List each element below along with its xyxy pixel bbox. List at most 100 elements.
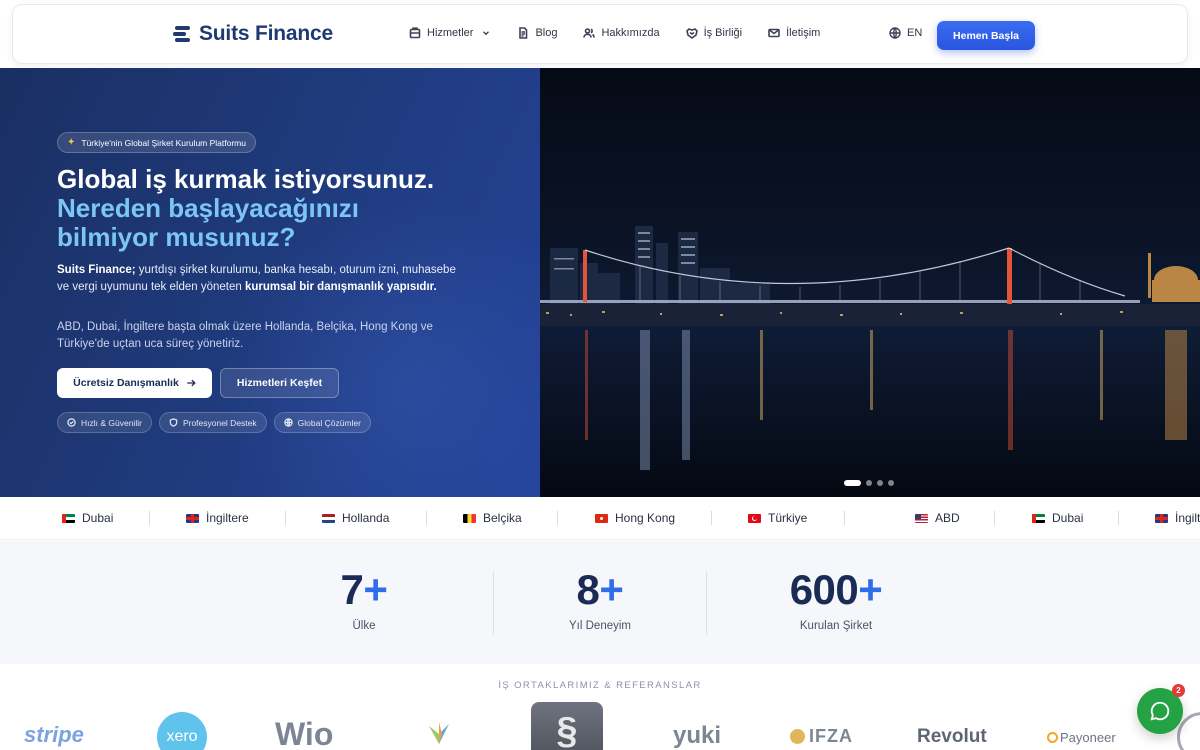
- ifza-emblem-icon: [790, 729, 805, 744]
- hero-tag-text: Türkiye'nin Global Şirket Kurulum Platfo…: [81, 137, 246, 148]
- partner-logo-xero: xero: [157, 712, 207, 750]
- arrow-right-icon: [187, 379, 196, 387]
- country-ingiltere-repeat: İngiltere: [1155, 511, 1200, 525]
- brand-logo[interactable]: Suits Finance: [173, 22, 333, 46]
- pill-support: Profesyonel Destek: [158, 412, 267, 433]
- country-ingiltere: İngiltere: [186, 511, 249, 525]
- main-nav: Hizmetler Blog Hakkımızda İş Birliği İle…: [409, 27, 846, 39]
- hero-title-accent-line1: Nereden başlayacağınızı: [57, 193, 360, 223]
- nav-item-hakkimizda[interactable]: Hakkımızda: [583, 27, 660, 39]
- partners-title: İŞ ORTAKLARIMIZ & REFERANSLAR: [498, 680, 702, 691]
- partner-logo-wio: Wio: [275, 716, 334, 750]
- pill-fast: Hızlı & Güvenilir: [57, 412, 152, 433]
- country-dubai: Dubai: [62, 511, 113, 525]
- country-dubai-repeat: Dubai: [1032, 511, 1083, 525]
- nav-label: Hizmetler: [427, 27, 474, 39]
- globe-icon: [283, 418, 293, 427]
- stat-number: 7+: [304, 565, 424, 615]
- divider: [426, 511, 427, 525]
- slider-dot-2[interactable]: [866, 480, 872, 486]
- uk-flag-icon: [1155, 513, 1168, 523]
- slider-dots: [844, 480, 894, 486]
- shield-icon: [169, 418, 178, 427]
- ifza-label: IFZA: [809, 726, 853, 746]
- hero-countries-text: ABD, Dubai, İngiltere başta olmak üzere …: [57, 321, 433, 350]
- countries-marquee: Dubai İngiltere Hollanda Belçika Hong Ko…: [0, 497, 1200, 540]
- country-label: Türkiye: [768, 511, 808, 525]
- pill-global: Global Çözümler: [273, 412, 371, 433]
- stat-value: 600: [789, 566, 859, 613]
- uae-flag-icon: [62, 513, 75, 523]
- partner-logo-stripe: stripe: [24, 722, 84, 747]
- leaf-logo-icon: [429, 722, 449, 744]
- explore-services-button[interactable]: Hizmetleri Keşfet: [220, 368, 339, 398]
- xero-label: xero: [166, 728, 198, 745]
- chevron-down-icon: [483, 31, 490, 36]
- sparkle-icon: ✦: [67, 137, 76, 148]
- divider: [994, 511, 995, 525]
- turkey-flag-icon: [748, 513, 761, 523]
- country-label: Hollanda: [342, 511, 390, 525]
- building-icon: [409, 27, 421, 39]
- divider: [557, 511, 558, 525]
- stat-label: Yıl Deneyim: [569, 620, 631, 632]
- country-label: İngiltere: [206, 511, 249, 525]
- slider-dot-3[interactable]: [877, 480, 883, 486]
- payoneer-ring-icon: [1047, 732, 1058, 743]
- chat-unread-badge: 2: [1172, 684, 1185, 697]
- feature-pills: Hızlı & Güvenilir Profesyonel Destek Glo…: [57, 412, 371, 433]
- pill-label: Global Çözümler: [297, 417, 361, 428]
- usa-flag-icon: [915, 513, 928, 523]
- nav-label: İletişim: [786, 27, 821, 39]
- nav-label: İş Birliği: [703, 27, 743, 39]
- stats-section: 7+ Ülke 8+ Yıl Deneyim 600+ Kurulan Şirk…: [0, 541, 1200, 664]
- nav-item-hizmetler[interactable]: Hizmetler: [409, 27, 491, 39]
- slider-dot-4[interactable]: [888, 480, 894, 486]
- chat-bubble-icon: [1150, 701, 1170, 721]
- free-consultation-label: Ücretsiz Danışmanlık: [73, 377, 179, 389]
- divider: [149, 511, 150, 525]
- stat-suffix: +: [599, 566, 624, 613]
- partner-logo-yuki: yuki: [673, 722, 722, 749]
- nav-label: Blog: [535, 27, 558, 39]
- hemen-basla-button[interactable]: Hemen Başla: [937, 21, 1035, 50]
- country-label: Dubai: [1052, 511, 1084, 525]
- country-label: İngiltere: [1175, 511, 1200, 525]
- stat-number: 600+: [756, 565, 916, 615]
- country-hollanda: Hollanda: [322, 511, 389, 525]
- divider: [706, 571, 707, 635]
- country-label: Belçika: [483, 511, 522, 525]
- nav-item-blog[interactable]: Blog: [517, 27, 557, 39]
- mail-icon: [768, 28, 780, 38]
- language-label: EN: [907, 27, 923, 39]
- payoneer-label: Payoneer: [1060, 730, 1116, 745]
- check-circle-icon: [67, 418, 76, 427]
- hero-image-bosphorus-bridge: [540, 68, 1200, 497]
- stat-value: 7: [340, 566, 364, 613]
- partner-logo-leaf: [425, 720, 453, 750]
- country-belcika: Belçika: [463, 511, 522, 525]
- free-consultation-button[interactable]: Ücretsiz Danışmanlık: [57, 368, 212, 398]
- language-switcher[interactable]: EN: [889, 27, 922, 39]
- country-label: Hong Kong: [615, 511, 676, 525]
- slider-dot-1[interactable]: [844, 480, 861, 486]
- nav-item-iletisim[interactable]: İletişim: [768, 27, 820, 39]
- stat-suffix: +: [858, 566, 883, 613]
- stat-countries: 7+ Ülke: [304, 565, 424, 632]
- site-header: Suits Finance Hizmetler Blog Hakkımızda …: [12, 4, 1188, 64]
- divider: [493, 571, 494, 635]
- divider: [844, 511, 845, 525]
- netherlands-flag-icon: [322, 513, 335, 523]
- nav-item-is-birligi[interactable]: İş Birliği: [685, 27, 743, 39]
- stat-companies: 600+ Kurulan Şirket: [756, 565, 916, 632]
- stat-suffix: +: [363, 566, 388, 613]
- stat-label: Kurulan Şirket: [799, 620, 873, 632]
- handshake-icon: [685, 28, 698, 39]
- hero-title: Global iş kurmak istiyorsunuz.: [57, 164, 435, 194]
- hero-panel: ✦ Türkiye'nin Global Şirket Kurulum Plat…: [0, 68, 540, 497]
- divider: [711, 511, 712, 525]
- partner-logo-revolut: Revolut: [917, 726, 987, 747]
- uk-flag-icon: [186, 513, 199, 523]
- country-label: Dubai: [82, 511, 114, 525]
- country-turkiye: Türkiye: [748, 511, 807, 525]
